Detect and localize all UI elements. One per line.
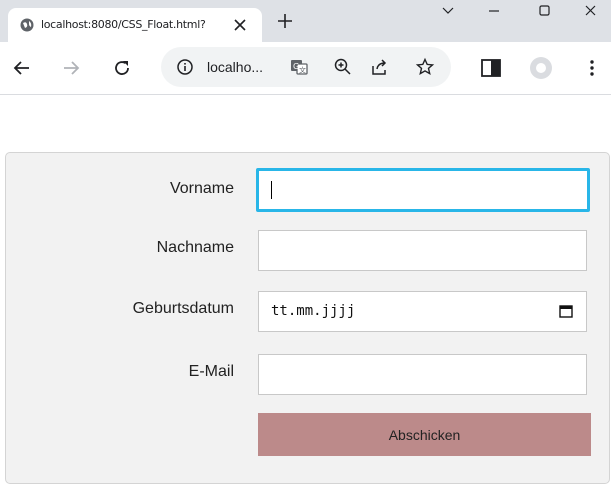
email-input[interactable]: [258, 354, 587, 395]
url-text[interactable]: localho...: [207, 59, 263, 75]
plus-icon[interactable]: [275, 11, 295, 31]
chevron-down-icon[interactable]: [430, 0, 466, 30]
tab-title: localhost:8080/CSS_Float.html?: [41, 18, 206, 31]
minimize-icon[interactable]: [476, 0, 512, 30]
vorname-input[interactable]: [256, 168, 590, 212]
label-nachname: Nachname: [156, 239, 234, 256]
star-icon[interactable]: [415, 57, 435, 77]
date-placeholder: tt.mm.jjjj: [271, 303, 356, 319]
browser-toolbar: localho... G 文: [0, 42, 611, 95]
registration-form: Vorname Nachname Geburtsdatum tt.mm.jjjj…: [5, 152, 610, 484]
text-caret: [271, 181, 272, 199]
close-icon[interactable]: [573, 0, 609, 30]
info-icon[interactable]: [176, 58, 194, 76]
menu-icon[interactable]: [580, 56, 604, 80]
submit-button[interactable]: Abschicken: [258, 413, 591, 456]
label-email: E-Mail: [188, 363, 234, 380]
nachname-input[interactable]: [258, 230, 587, 271]
reload-icon[interactable]: [110, 56, 134, 80]
maximize-icon[interactable]: [527, 0, 563, 30]
label-geburtsdatum: Geburtsdatum: [132, 300, 234, 317]
close-icon[interactable]: [230, 15, 250, 35]
zoom-icon[interactable]: [333, 57, 353, 77]
sidepanel-icon[interactable]: [479, 56, 503, 80]
profile-icon[interactable]: [529, 56, 553, 80]
calendar-icon[interactable]: [559, 304, 573, 318]
forward-icon[interactable]: [59, 56, 83, 80]
share-icon[interactable]: [370, 57, 390, 77]
svg-text:文: 文: [299, 66, 306, 75]
back-icon[interactable]: [10, 56, 34, 80]
tab-strip: localhost:8080/CSS_Float.html?: [0, 0, 611, 42]
browser-tab[interactable]: localhost:8080/CSS_Float.html?: [8, 8, 262, 42]
address-bar[interactable]: localho... G 文: [161, 47, 451, 87]
geburtsdatum-input[interactable]: tt.mm.jjjj: [258, 291, 587, 332]
translate-icon[interactable]: G 文: [289, 57, 309, 77]
globe-icon: [20, 18, 34, 32]
label-vorname: Vorname: [169, 180, 234, 197]
